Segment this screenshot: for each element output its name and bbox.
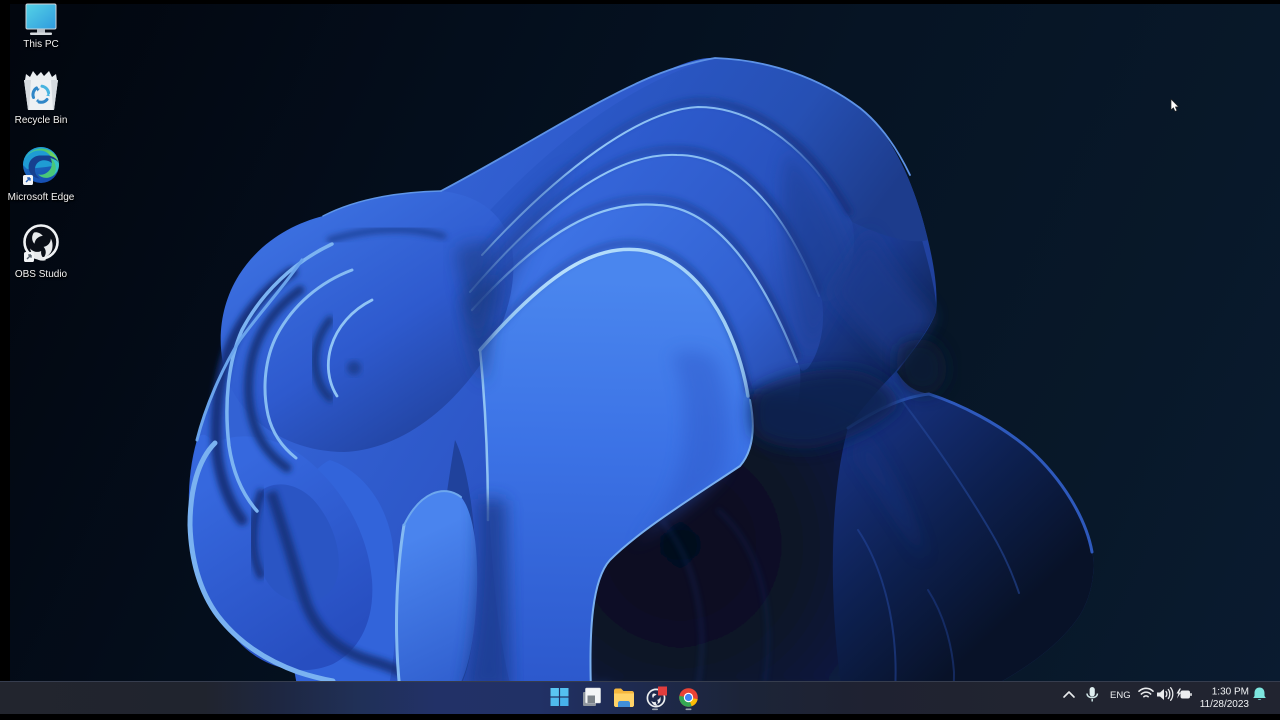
svg-text:1:30 PM: 1:30 PM [1212,687,1249,698]
svg-text:11/28/2023: 11/28/2023 [1200,699,1250,710]
svg-text:ENG: ENG [1110,690,1131,701]
